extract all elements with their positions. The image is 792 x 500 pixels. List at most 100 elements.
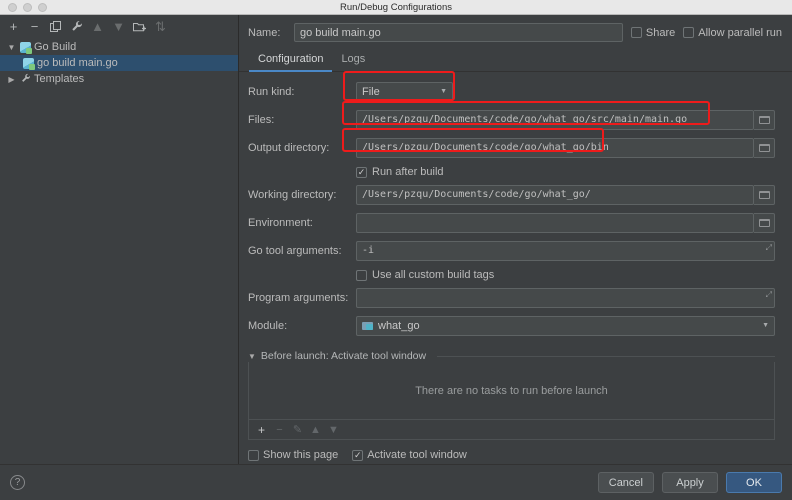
module-value: what_go bbox=[378, 320, 420, 332]
go-build-icon bbox=[20, 41, 32, 54]
copy-button[interactable] bbox=[46, 17, 65, 36]
go-build-icon bbox=[23, 57, 35, 70]
working-directory-browse-button[interactable] bbox=[754, 185, 775, 205]
use-all-custom-build-tags-label: Use all custom build tags bbox=[372, 269, 495, 281]
dialog-buttons: Cancel Apply OK bbox=[597, 472, 782, 493]
run-debug-configurations-window: Run/Debug Configurations + − ▲ ▼ ⇅ ▼ Go … bbox=[0, 0, 792, 500]
run-kind-label: Run kind: bbox=[248, 86, 295, 98]
window-title: Run/Debug Configurations bbox=[340, 1, 452, 13]
configurations-tree: ▼ Go Build go build main.go ▶ Templates bbox=[0, 37, 238, 464]
move-task-up-button[interactable]: ▲ bbox=[308, 424, 323, 436]
run-kind-row: Run kind: File ▼ bbox=[248, 82, 775, 102]
share-label: Share bbox=[645, 26, 676, 39]
cancel-button[interactable]: Cancel bbox=[597, 472, 654, 493]
before-launch-empty-text: There are no tasks to run before launch bbox=[415, 384, 608, 397]
edit-task-button[interactable]: ✎ bbox=[290, 423, 305, 436]
tree-item-label: Templates bbox=[34, 73, 85, 85]
tab-configuration[interactable]: Configuration bbox=[249, 49, 333, 72]
output-directory-browse-button[interactable] bbox=[754, 138, 775, 158]
program-arguments-input[interactable] bbox=[356, 288, 775, 308]
output-directory-label: Output directory: bbox=[248, 142, 330, 154]
working-directory-row: Working directory: /Users/pzqu/Documents… bbox=[248, 185, 775, 205]
wrench-icon[interactable] bbox=[67, 17, 86, 36]
module-select[interactable]: what_go ▼ bbox=[356, 316, 775, 336]
folder-icon bbox=[758, 219, 770, 227]
folder-icon bbox=[758, 116, 770, 124]
folder-icon bbox=[758, 144, 770, 152]
files-row: Files: /Users/pzqu/Documents/code/go/wha… bbox=[248, 110, 775, 130]
chevron-right-icon[interactable]: ▶ bbox=[6, 75, 17, 84]
configuration-editor: Name: Share Allow parallel run Configura… bbox=[239, 15, 792, 464]
before-launch-title: Before launch: Activate tool window bbox=[260, 350, 427, 362]
new-folder-icon[interactable] bbox=[130, 17, 149, 36]
working-directory-input[interactable]: /Users/pzqu/Documents/code/go/what_go/ bbox=[356, 185, 754, 205]
chevron-down-icon[interactable]: ▼ bbox=[248, 352, 256, 361]
before-launch-task-list[interactable]: There are no tasks to run before launch bbox=[248, 362, 775, 420]
chevron-down-icon: ▼ bbox=[440, 88, 447, 95]
tree-item-go-build-main-go[interactable]: go build main.go bbox=[0, 55, 238, 71]
chevron-down-icon: ▼ bbox=[762, 322, 769, 329]
name-input[interactable] bbox=[294, 23, 623, 42]
show-this-page-checkbox[interactable]: Show this page bbox=[248, 449, 338, 461]
chevron-down-icon[interactable]: ▼ bbox=[6, 43, 17, 52]
sort-button[interactable]: ⇅ bbox=[151, 17, 170, 36]
run-kind-select[interactable]: File ▼ bbox=[356, 82, 453, 102]
environment-browse-button[interactable] bbox=[754, 213, 775, 233]
tree-item-label: Go Build bbox=[34, 41, 77, 53]
add-button[interactable]: + bbox=[4, 17, 23, 36]
title-bar: Run/Debug Configurations bbox=[0, 0, 792, 15]
folder-icon bbox=[758, 191, 770, 199]
go-tool-arguments-row: Go tool arguments: -i ⤢ bbox=[248, 241, 775, 261]
checkbox-box bbox=[352, 449, 364, 461]
module-icon bbox=[362, 321, 374, 331]
ok-button[interactable]: OK bbox=[726, 472, 782, 493]
run-kind-value: File bbox=[362, 86, 380, 98]
files-label: Files: bbox=[248, 114, 275, 126]
configurations-sidebar: + − ▲ ▼ ⇅ ▼ Go Build go build main.go ▶ … bbox=[0, 15, 239, 464]
run-after-build-checkbox[interactable]: Run after build bbox=[356, 166, 775, 178]
tree-item-go-build[interactable]: ▼ Go Build bbox=[0, 39, 238, 55]
before-launch-header[interactable]: ▼ Before launch: Activate tool window bbox=[248, 350, 775, 362]
help-icon[interactable]: ? bbox=[10, 475, 25, 490]
tree-item-label: go build main.go bbox=[37, 57, 118, 69]
tree-item-templates[interactable]: ▶ Templates bbox=[0, 71, 238, 87]
before-launch-toolbar: + − ✎ ▲ ▼ bbox=[248, 420, 775, 440]
environment-row: Environment: bbox=[248, 213, 775, 233]
share-checkbox[interactable]: Share bbox=[630, 26, 676, 39]
bottom-checkboxes: Show this page Activate tool window bbox=[248, 449, 775, 461]
go-tool-arguments-input[interactable]: -i bbox=[356, 241, 775, 261]
name-row: Name: Share Allow parallel run bbox=[239, 15, 792, 48]
checkbox-box bbox=[248, 449, 259, 461]
output-directory-row: Output directory: /Users/pzqu/Documents/… bbox=[248, 138, 775, 158]
output-directory-input[interactable]: /Users/pzqu/Documents/code/go/what_go/bi… bbox=[356, 138, 754, 158]
activate-tool-window-checkbox[interactable]: Activate tool window bbox=[352, 449, 467, 461]
window-body: + − ▲ ▼ ⇅ ▼ Go Build go build main.go ▶ … bbox=[0, 15, 792, 464]
program-arguments-row: Program arguments: ⤢ bbox=[248, 288, 775, 308]
move-task-down-button[interactable]: ▼ bbox=[326, 424, 341, 436]
remove-task-button[interactable]: − bbox=[272, 424, 287, 436]
expand-icon[interactable]: ⤢ bbox=[766, 290, 772, 300]
apply-button[interactable]: Apply bbox=[662, 472, 718, 493]
remove-button[interactable]: − bbox=[25, 17, 44, 36]
checkbox-box bbox=[356, 269, 367, 281]
move-up-button[interactable]: ▲ bbox=[88, 17, 107, 36]
files-browse-button[interactable] bbox=[754, 110, 775, 130]
activate-tool-window-label: Activate tool window bbox=[367, 449, 467, 461]
allow-parallel-run-label: Allow parallel run bbox=[698, 26, 782, 39]
add-task-button[interactable]: + bbox=[254, 423, 269, 437]
editor-tabs: Configuration Logs bbox=[239, 48, 792, 72]
working-directory-label: Working directory: bbox=[248, 189, 337, 201]
tab-logs[interactable]: Logs bbox=[332, 49, 374, 72]
allow-parallel-run-checkbox[interactable]: Allow parallel run bbox=[683, 27, 782, 39]
use-all-custom-build-tags-checkbox[interactable]: Use all custom build tags bbox=[356, 269, 775, 281]
copy-icon bbox=[50, 20, 61, 32]
sidebar-toolbar: + − ▲ ▼ ⇅ bbox=[0, 15, 238, 37]
files-input[interactable]: /Users/pzqu/Documents/code/go/what_go/sr… bbox=[356, 110, 754, 130]
move-down-button[interactable]: ▼ bbox=[109, 17, 128, 36]
checkbox-box bbox=[356, 166, 367, 178]
expand-icon[interactable]: ⤢ bbox=[766, 243, 772, 253]
wrench-icon bbox=[20, 73, 31, 85]
environment-input[interactable] bbox=[356, 213, 754, 233]
module-row: Module: what_go ▼ bbox=[248, 316, 775, 336]
program-arguments-label: Program arguments: bbox=[248, 292, 349, 304]
